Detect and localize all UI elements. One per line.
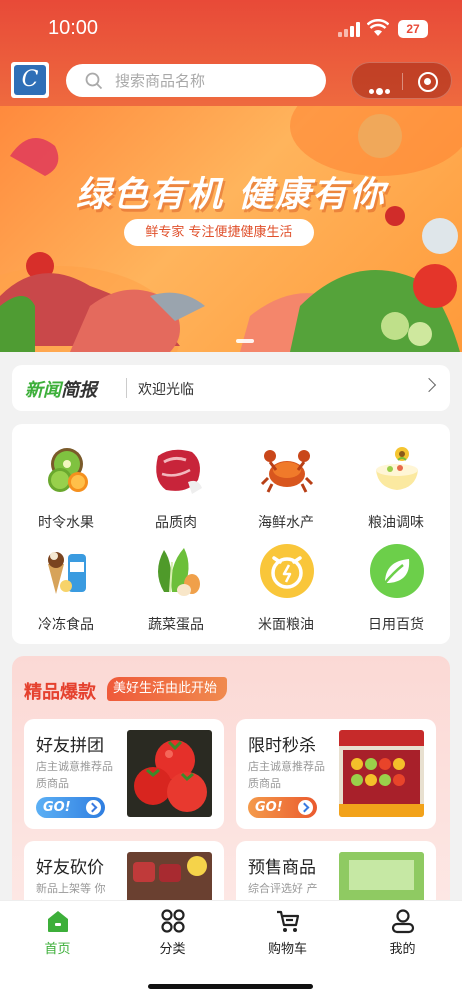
card-desc: 店主诚意推荐品质商品 xyxy=(36,760,113,790)
wifi-icon xyxy=(367,19,389,36)
featured-title: 精品爆款 xyxy=(24,682,96,703)
go-button[interactable]: GO! xyxy=(248,797,317,818)
category-label: 时令水果 xyxy=(38,515,94,531)
signal-icon xyxy=(338,21,360,37)
tab-cart[interactable]: 购物车 xyxy=(230,901,345,967)
ice-cream-icon xyxy=(48,552,86,594)
tab-label: 我的 xyxy=(389,942,416,957)
tab-label: 首页 xyxy=(44,942,71,957)
home-icon xyxy=(48,911,68,932)
more-menu-icon[interactable] xyxy=(369,79,392,98)
category-meat[interactable]: 品质肉 xyxy=(126,430,226,531)
card-title: 好友砍价 xyxy=(36,858,104,878)
status-bar: 10:00 27 xyxy=(0,0,462,58)
search-icon xyxy=(85,72,103,90)
featured-section: 精品爆款 美好生活由此开始 好友拼团 店主诚意推荐品质商品 GO! 限时秒杀 店… xyxy=(12,656,450,951)
search-input[interactable] xyxy=(115,68,315,93)
category-label: 粮油调味 xyxy=(368,515,424,531)
go-button[interactable]: GO! xyxy=(36,797,105,818)
card-title: 预售商品 xyxy=(248,858,316,878)
category-label: 冷冻食品 xyxy=(38,617,94,633)
category-label: 米面粮油 xyxy=(258,617,314,633)
category-seafood[interactable]: 海鲜水产 xyxy=(236,430,336,531)
category-frozen[interactable]: 冷冻食品 xyxy=(16,532,116,633)
chevron-right-icon xyxy=(421,377,437,393)
tab-label: 购物车 xyxy=(267,942,307,957)
status-time: 10:00 xyxy=(48,17,99,39)
category-label: 日用百货 xyxy=(368,617,424,633)
banner-indicator xyxy=(236,339,254,343)
category-grain-oil[interactable]: 粮油调味 xyxy=(346,430,446,531)
news-message: 欢迎光临 xyxy=(138,382,194,398)
news-tag: 新闻简报 xyxy=(25,380,97,401)
arrow-right-icon xyxy=(86,800,101,815)
grid-icon xyxy=(161,909,185,933)
card-flash-sale[interactable]: 限时秒杀 店主诚意推荐品质商品 GO! xyxy=(236,719,436,829)
category-label: 蔬菜蛋品 xyxy=(148,617,204,633)
card-title: 好友拼团 xyxy=(36,736,104,756)
tab-label: 分类 xyxy=(159,942,186,957)
category-vegetable-egg[interactable]: 蔬菜蛋品 xyxy=(126,532,226,633)
leaf-icon xyxy=(370,544,424,598)
category-rice-noodle[interactable]: 米面粮油 xyxy=(236,532,336,633)
battery-icon: 27 xyxy=(398,20,428,38)
banner-headline: 绿色有机 健康有你 xyxy=(75,175,387,215)
featured-subtitle: 美好生活由此开始 xyxy=(107,677,228,701)
category-daily-goods[interactable]: 日用百货 xyxy=(346,532,446,633)
tab-mine[interactable]: 我的 xyxy=(345,901,460,967)
crab-icon xyxy=(260,450,314,493)
promo-banner[interactable]: 绿色有机 健康有你 鲜专家 专注便捷健康生活 xyxy=(0,106,462,352)
category-label: 海鲜水产 xyxy=(258,515,314,531)
tomatoes-image xyxy=(127,730,212,817)
tab-category[interactable]: 分类 xyxy=(115,901,230,967)
card-title: 限时秒杀 xyxy=(248,736,316,756)
category-grid: 时令水果 品质肉 海鲜水产 粮油调味 冷冻食品 蔬菜蛋品 米面粮油 日用百货 xyxy=(12,424,450,644)
cart-icon xyxy=(277,910,300,932)
meat-icon xyxy=(156,449,202,494)
banner-slogan: 鲜专家 专注便捷健康生活 xyxy=(124,219,314,246)
rice-bowl-icon xyxy=(376,447,418,490)
card-desc: 店主诚意推荐品质商品 xyxy=(248,760,325,790)
card-group-buy[interactable]: 好友拼团 店主诚意推荐品质商品 GO! xyxy=(24,719,224,829)
category-fruit[interactable]: 时令水果 xyxy=(16,430,116,531)
home-indicator xyxy=(148,984,313,989)
search-bar[interactable] xyxy=(66,64,326,97)
kiwi-fruit-icon xyxy=(48,448,88,492)
alarm-clock-icon xyxy=(260,544,314,598)
close-target-icon[interactable] xyxy=(418,72,438,92)
tab-home[interactable]: 首页 xyxy=(0,901,115,967)
miniprogram-capsule xyxy=(351,62,452,99)
header-bar: 10:00 27 C xyxy=(0,0,462,106)
app-logo[interactable]: C xyxy=(11,62,49,98)
category-label: 品质肉 xyxy=(155,515,197,531)
news-bulletin[interactable]: 新闻简报 欢迎光临 xyxy=(12,365,450,411)
arrow-right-icon xyxy=(298,800,313,815)
logo-letter: C xyxy=(14,65,46,95)
fruit-gift-box-image xyxy=(339,730,424,817)
user-icon xyxy=(391,909,415,934)
vegetable-egg-icon xyxy=(158,548,200,596)
